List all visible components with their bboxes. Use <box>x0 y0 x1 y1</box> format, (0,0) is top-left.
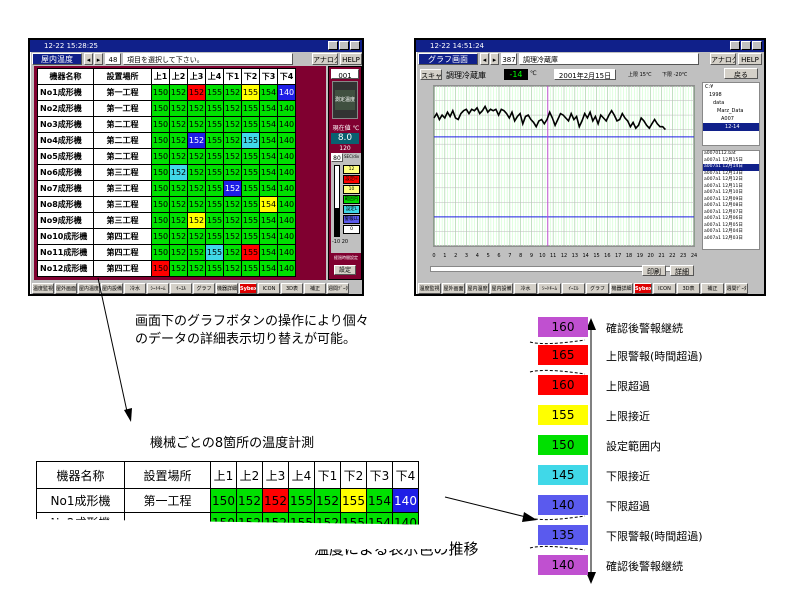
column-header: 下4 <box>392 461 419 489</box>
column-header: 上1 <box>210 461 237 489</box>
column-header: 上2 <box>236 461 263 489</box>
legend-label: 確認後警報継続 <box>606 322 683 335</box>
legend-swatch: 145 <box>538 465 588 485</box>
legend-swatch: 165 <box>538 345 588 365</box>
legend-label: 下限接近 <box>606 470 650 483</box>
legend-swatch: 135 <box>538 525 588 545</box>
temp-cell: 152 <box>262 488 289 513</box>
column-header: 機器名称 <box>36 461 125 489</box>
temp-cell: 155 <box>340 488 367 513</box>
legend-label: 確認後警報継続 <box>606 560 683 573</box>
temp-cell: 154 <box>366 488 393 513</box>
legend-swatch: 155 <box>538 405 588 425</box>
legend-swatch: 140 <box>538 555 588 575</box>
temp-cell: 155 <box>288 488 315 513</box>
legend-swatch: 160 <box>538 375 588 395</box>
legend-label: 上限警報(時間超過) <box>606 350 703 363</box>
legend-swatch: 150 <box>538 435 588 455</box>
temp-cell: 150 <box>210 488 237 513</box>
machine-name: No1成形機 <box>36 488 125 513</box>
column-header: 下3 <box>366 461 393 489</box>
legend-label: 上限接近 <box>606 410 650 423</box>
legend-swatch: 140 <box>538 495 588 515</box>
column-header: 設置場所 <box>124 461 211 489</box>
column-header: 上4 <box>288 461 315 489</box>
legend-swatch: 160 <box>538 317 588 337</box>
temp-cell: 140 <box>392 488 419 513</box>
table-row[interactable]: No1成形機 第一工程 150 152 152 155 152 155 154 140 <box>36 488 419 513</box>
temp-cell: 152 <box>236 488 263 513</box>
legend-label: 下限警報(時間超過) <box>606 530 703 543</box>
column-header: 下1 <box>314 461 341 489</box>
legend-label: 上限超過 <box>606 380 650 393</box>
legend-label: 設定範囲内 <box>606 440 661 453</box>
legend-label: 下限超過 <box>606 500 650 513</box>
location: 第一工程 <box>124 488 211 513</box>
column-header: 下2 <box>340 461 367 489</box>
column-header: 上3 <box>262 461 289 489</box>
temp-cell: 152 <box>314 488 341 513</box>
